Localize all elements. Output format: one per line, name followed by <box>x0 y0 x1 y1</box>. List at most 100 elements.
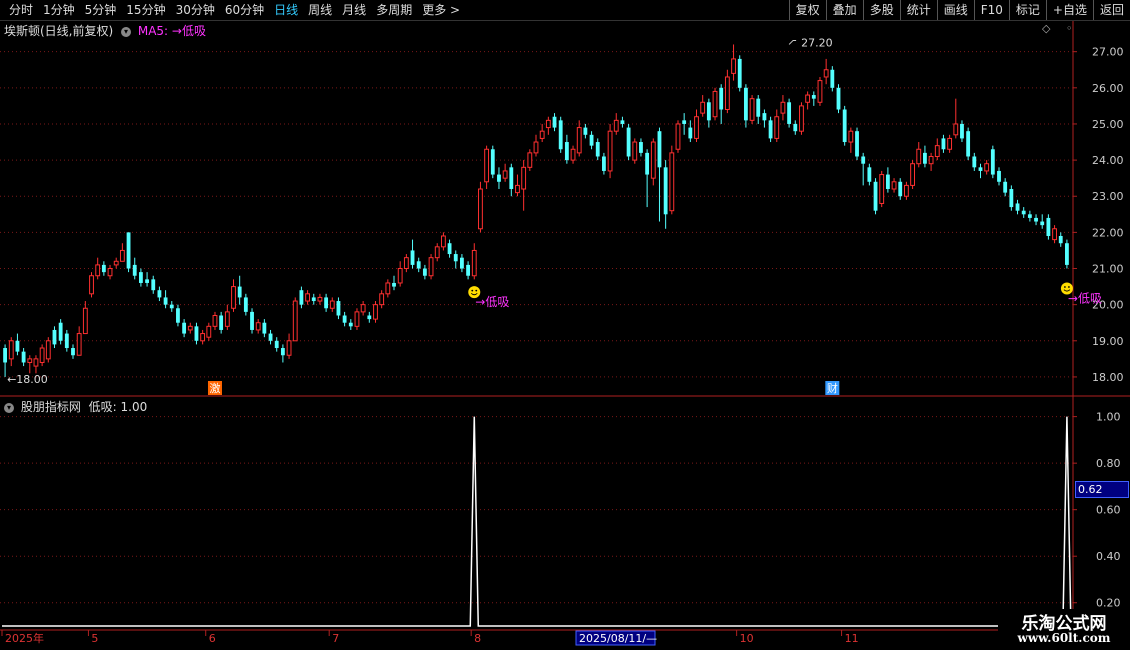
candle <box>1058 235 1063 244</box>
toolbar-button-7[interactable]: +自选 <box>1045 0 1093 20</box>
candle <box>768 120 773 139</box>
candle <box>138 272 143 283</box>
toolbar-button-8[interactable]: 返回 <box>1092 0 1130 20</box>
candle <box>947 137 953 150</box>
candle <box>76 333 82 356</box>
price-tick-label: 24.00 <box>1092 154 1124 167</box>
candle <box>342 315 347 323</box>
candle <box>539 130 545 139</box>
candle <box>1052 228 1057 241</box>
toolbar-button-0[interactable]: 复权 <box>788 0 826 20</box>
candle <box>620 120 625 124</box>
candle <box>268 333 273 341</box>
candle <box>1027 214 1032 218</box>
candle <box>558 120 563 150</box>
period-tab-10[interactable]: 更多 > <box>417 0 465 20</box>
indicator-value: 低吸: 1.00 <box>88 400 148 414</box>
candle <box>990 149 995 175</box>
dropdown-icon[interactable]: ▾ <box>121 26 132 37</box>
period-tab-5[interactable]: 60分钟 <box>220 0 269 20</box>
period-tab-9[interactable]: 多周期 <box>371 0 417 20</box>
candle <box>250 311 254 330</box>
candle <box>1040 221 1045 226</box>
settings-icon[interactable]: ◦ <box>1066 22 1073 35</box>
candle <box>576 127 582 154</box>
toolbar-button-3[interactable]: 统计 <box>899 0 937 20</box>
price-tick-label: 22.00 <box>1092 226 1124 239</box>
toolbar-button-5[interactable]: F10 <box>973 0 1009 20</box>
candle <box>15 340 20 352</box>
candle <box>855 131 859 157</box>
sub-panel-header: ▾ 股朋指标网 低吸: 1.00 <box>4 398 147 415</box>
candle <box>292 300 298 342</box>
period-tab-7[interactable]: 周线 <box>303 0 337 20</box>
candle <box>570 148 576 161</box>
candle <box>885 174 890 190</box>
candle <box>997 170 1001 182</box>
candle <box>657 131 662 168</box>
candle <box>502 170 508 179</box>
period-tab-2[interactable]: 5分钟 <box>80 0 122 20</box>
candle <box>478 188 483 230</box>
cursor-value: 0.62 <box>1078 483 1103 496</box>
candle <box>231 286 236 309</box>
candle <box>169 304 174 309</box>
dropdown-icon[interactable]: ▾ <box>4 402 14 413</box>
period-tab-4[interactable]: 30分钟 <box>171 0 220 20</box>
candle <box>756 98 761 117</box>
period-tab-6[interactable]: 日线 <box>269 0 303 20</box>
period-tab-8[interactable]: 月线 <box>337 0 371 20</box>
toolbar-button-2[interactable]: 多股 <box>862 0 900 20</box>
candle <box>861 156 866 164</box>
candle <box>848 130 854 143</box>
date-label: 11 <box>845 632 859 645</box>
price-tick-label: 18.00 <box>1092 371 1124 384</box>
period-tab-0[interactable]: 分时 <box>4 0 38 20</box>
candle <box>484 148 490 183</box>
candle <box>416 261 421 269</box>
candle <box>923 152 927 164</box>
candle <box>8 340 14 360</box>
price-tick-label: 26.00 <box>1092 82 1124 95</box>
event-marker-label: 激 <box>209 381 220 395</box>
candle <box>978 167 983 171</box>
candle <box>867 167 872 182</box>
candle <box>39 347 45 363</box>
candle <box>842 109 847 143</box>
candle <box>360 304 366 313</box>
candle <box>817 80 823 103</box>
period-tabs: 分时 1分钟 5分钟 15分钟 30分钟 60分钟 日线 周线 月线 多周期 更多 > <box>4 0 465 20</box>
candle <box>712 90 718 118</box>
period-toolbar: 分时 1分钟 5分钟 15分钟 30分钟 60分钟 日线 周线 月线 多周期 更多 > 复权 叠加 多股… <box>0 0 1130 21</box>
candle <box>440 235 446 248</box>
candle <box>1021 210 1026 215</box>
date-label: 8 <box>474 632 481 645</box>
candle <box>787 102 792 124</box>
candle <box>58 322 63 341</box>
period-tab-1[interactable]: 1分钟 <box>38 0 80 20</box>
indicator-source: 股朋指标网 <box>20 400 81 414</box>
candle <box>224 311 230 327</box>
toolbar-button-4[interactable]: 画线 <box>936 0 974 20</box>
indicator-tick-label: 1.00 <box>1096 411 1121 424</box>
candle <box>274 340 279 349</box>
stock-title: 埃斯顿(日线,前复权) <box>4 24 114 38</box>
date-label: 7 <box>332 632 339 645</box>
candle <box>299 290 304 305</box>
candle <box>749 98 755 121</box>
chart-canvas[interactable]: 18.0019.0020.0021.0022.0023.0024.0025.00… <box>0 0 1130 650</box>
candle <box>552 116 557 128</box>
cursor-date-label: 2025/08/11/— <box>579 632 657 645</box>
period-tab-3[interactable]: 15分钟 <box>121 0 170 20</box>
candle <box>113 260 119 266</box>
smiley-eye <box>1068 286 1070 288</box>
indicator-tick-label: 0.80 <box>1096 457 1121 470</box>
candle <box>255 322 261 331</box>
toolbar-button-6[interactable]: 标记 <box>1008 0 1046 20</box>
candle <box>243 297 248 312</box>
candle <box>836 87 841 110</box>
toolbar-button-1[interactable]: 叠加 <box>825 0 863 20</box>
candle <box>527 152 533 168</box>
diamond-icon[interactable]: ◇ <box>1042 22 1050 35</box>
candle <box>132 264 137 276</box>
